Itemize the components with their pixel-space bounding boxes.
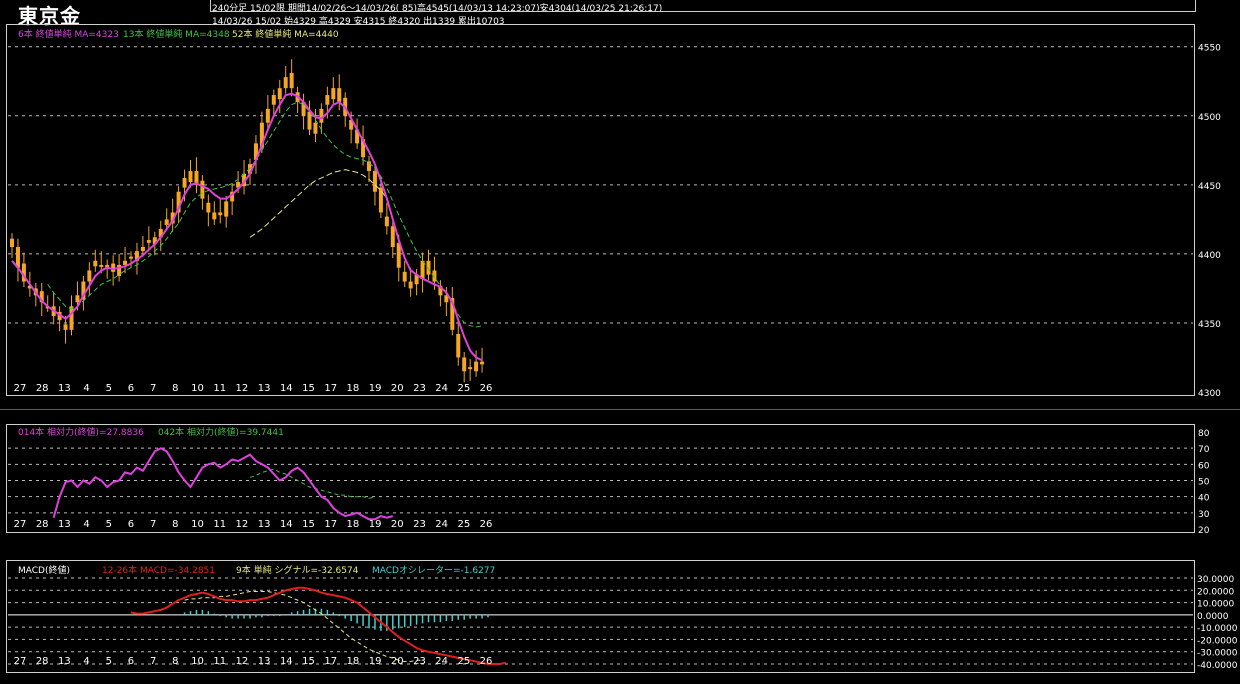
macd-legend-title: MACD(終値) bbox=[18, 566, 71, 576]
candle-body bbox=[10, 238, 14, 247]
candle-body bbox=[212, 212, 217, 220]
candle-body bbox=[384, 216, 389, 227]
price-day-label: 23 bbox=[413, 383, 426, 394]
macd-legend-osc: MACDオシレーター=-1.6277 bbox=[372, 566, 496, 576]
rsi-legend-long: 042本 相対力(終値)=39.7441 bbox=[158, 428, 284, 438]
price-day-label: 15 bbox=[302, 383, 315, 394]
macd-ytick-label: 30.0000 bbox=[1197, 575, 1234, 585]
candle-body bbox=[337, 88, 342, 102]
price-day-label: 13 bbox=[58, 383, 71, 394]
candle-body bbox=[402, 271, 407, 282]
price-day-label: 18 bbox=[347, 383, 360, 394]
candle-body bbox=[372, 171, 377, 192]
macd-legend-signal: 9本 単純 シグナル=-32.6574 bbox=[236, 566, 359, 576]
macd-ytick-label: -20.0000 bbox=[1197, 636, 1238, 646]
candle-body bbox=[129, 256, 133, 259]
candle-body bbox=[164, 219, 169, 225]
macd-ytick-label: 0.0000 bbox=[1197, 612, 1229, 622]
candle-body bbox=[277, 88, 282, 100]
price-day-label: 12 bbox=[236, 383, 249, 394]
price-ytick-label: 4350 bbox=[1198, 320, 1221, 330]
candle-body bbox=[408, 281, 413, 289]
candle-body bbox=[319, 108, 324, 123]
macd-ytick-label: -10.0000 bbox=[1197, 624, 1238, 634]
rsi-ytick-label: 20 bbox=[1198, 526, 1210, 536]
candle-body bbox=[99, 264, 104, 267]
price-day-label: 7 bbox=[150, 383, 156, 394]
candle-body bbox=[200, 180, 205, 199]
price-day-label: 17 bbox=[324, 383, 337, 394]
price-day-label: 4 bbox=[83, 383, 89, 394]
candle-body bbox=[69, 306, 74, 330]
candle-body bbox=[182, 177, 187, 188]
candle-body bbox=[265, 108, 270, 123]
candle-body bbox=[480, 361, 485, 365]
price-ytick-label: 4400 bbox=[1198, 251, 1221, 261]
rsi-ytick-label: 40 bbox=[1198, 494, 1210, 504]
price-day-label: 5 bbox=[106, 383, 112, 394]
macd-ytick-label: -40.0000 bbox=[1197, 661, 1238, 671]
candle-body bbox=[456, 333, 461, 358]
candle-body bbox=[462, 357, 467, 372]
ma6-line bbox=[11, 92, 483, 362]
candle-body bbox=[111, 263, 116, 272]
macd-ytick-label: -30.0000 bbox=[1197, 649, 1238, 659]
rsi-ytick-label: 30 bbox=[1198, 510, 1210, 520]
candle-body bbox=[188, 171, 193, 183]
rsi-ytick-label: 50 bbox=[1198, 478, 1210, 488]
rsi-ytick-label: 70 bbox=[1198, 445, 1210, 455]
price-day-label: 26 bbox=[480, 383, 493, 394]
price-day-label: 25 bbox=[457, 383, 470, 394]
candle-body bbox=[140, 246, 145, 252]
rsi-panel-frame bbox=[6, 424, 1195, 533]
candle-body bbox=[224, 201, 229, 217]
macd-ytick-label: 10.0000 bbox=[1197, 600, 1234, 610]
candle-body bbox=[289, 72, 294, 89]
candle-body bbox=[218, 212, 223, 216]
ma52-line bbox=[249, 169, 388, 238]
price-day-label: 14 bbox=[280, 383, 293, 394]
candle-body bbox=[390, 226, 395, 247]
macd-legend-macd: 12-26本 MACD=-34.2851 bbox=[102, 566, 215, 576]
panel-divider-red bbox=[0, 409, 1240, 410]
candle-body bbox=[378, 187, 383, 213]
candle-body bbox=[271, 95, 276, 105]
candle-body bbox=[325, 95, 330, 105]
price-ytick-label: 4500 bbox=[1198, 113, 1221, 123]
candle-body bbox=[367, 161, 371, 172]
macd-panel-frame bbox=[6, 560, 1195, 673]
price-day-label: 11 bbox=[213, 383, 226, 394]
price-day-label: 13 bbox=[258, 383, 271, 394]
price-day-label: 19 bbox=[369, 383, 382, 394]
price-day-label: 10 bbox=[191, 383, 204, 394]
candle-body bbox=[93, 260, 98, 267]
price-day-label: 20 bbox=[391, 383, 404, 394]
price-day-label: 6 bbox=[128, 383, 134, 394]
candle-body bbox=[87, 270, 92, 282]
price-day-label: 8 bbox=[172, 383, 178, 394]
candle-body bbox=[331, 88, 336, 100]
candle-body bbox=[63, 324, 68, 330]
candle-body bbox=[313, 122, 318, 134]
candle-body bbox=[146, 240, 151, 243]
candle-body bbox=[468, 367, 473, 370]
rsi-ytick-label: 60 bbox=[1198, 461, 1210, 471]
candle-body bbox=[123, 260, 128, 265]
candle-body bbox=[474, 361, 479, 372]
candle-body bbox=[75, 295, 80, 303]
rsi-ytick-label: 80 bbox=[1198, 429, 1210, 439]
price-ytick-label: 4450 bbox=[1198, 182, 1221, 192]
candle-body bbox=[206, 202, 211, 213]
price-ytick-label: 4300 bbox=[1198, 389, 1221, 399]
macd-ytick-label: 20.0000 bbox=[1197, 587, 1234, 597]
price-day-label: 24 bbox=[435, 383, 448, 394]
price-day-label: 28 bbox=[36, 383, 49, 394]
price-ytick-label: 4550 bbox=[1198, 44, 1221, 54]
price-day-label: 27 bbox=[14, 383, 27, 394]
rsi-legend-short: 014本 相対力(終値)=27.8836 bbox=[18, 428, 144, 438]
candle-body bbox=[283, 77, 288, 89]
